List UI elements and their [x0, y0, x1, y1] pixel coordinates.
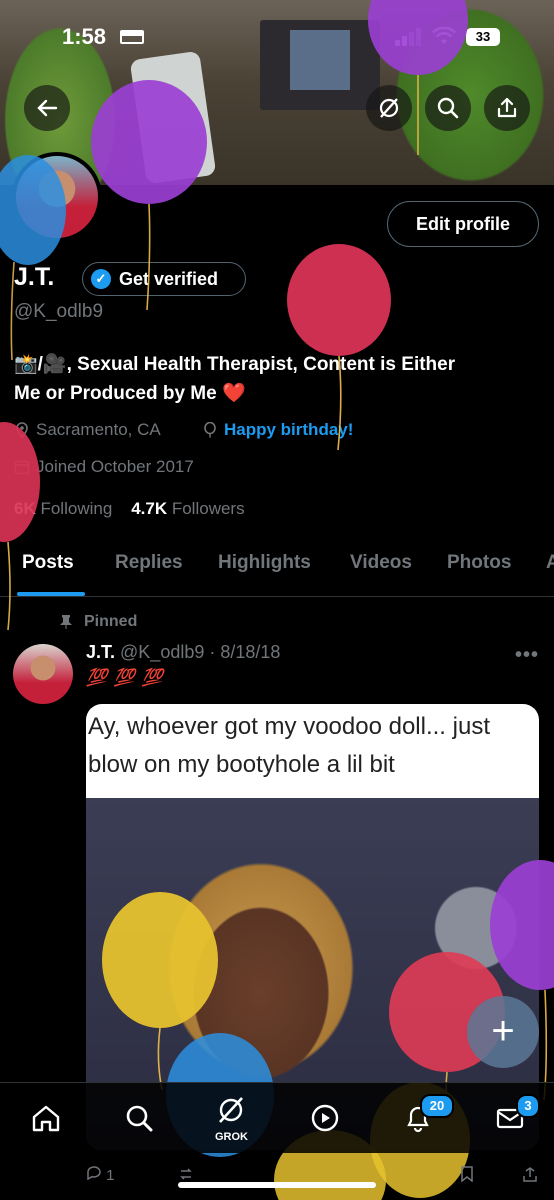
pinned-text: Pinned — [84, 613, 138, 630]
post-text: 💯 💯 💯 — [86, 668, 164, 687]
compose-post-button[interactable]: + — [467, 996, 539, 1068]
wifi-icon — [432, 27, 456, 44]
followers-label: Followers — [171, 499, 245, 518]
tab-replies[interactable]: Replies — [115, 552, 183, 574]
balloon-icon — [204, 422, 216, 438]
more-options-icon[interactable]: ••• — [515, 644, 539, 667]
joined-text: Joined October 2017 — [36, 457, 194, 476]
tab-posts[interactable]: Posts — [22, 552, 74, 574]
bio-line-2: Me or Produced by Me ❤️ — [14, 383, 246, 404]
status-bar: 1:58 33 — [0, 0, 554, 70]
active-tab-indicator — [17, 592, 85, 596]
tab-highlights[interactable]: Highlights — [218, 552, 311, 574]
post-header: J.T. @K_odlb9 · 8/18/18 — [86, 642, 280, 663]
messages-badge: 3 — [516, 1094, 540, 1118]
edit-profile-button[interactable]: Edit profile — [387, 201, 539, 247]
follow-stats: 6K Following 4.7K Followers — [14, 499, 245, 519]
notifications-badge: 20 — [420, 1094, 454, 1118]
bookmark-icon[interactable] — [460, 1166, 474, 1182]
bottom-nav-bar — [0, 1082, 554, 1153]
get-verified-label: Get verified — [119, 268, 219, 289]
share-post-icon[interactable] — [522, 1166, 538, 1182]
reply-count: 1 — [106, 1167, 115, 1184]
profile-location: Sacramento, CA — [14, 420, 161, 440]
profile-tabs: Posts Replies Highlights Videos Photos A — [0, 540, 554, 597]
banner-scene-device — [129, 50, 217, 185]
tab-videos[interactable]: Videos — [350, 552, 412, 574]
profile-bio: 📸/🎥, Sexual Health Therapist, Content is… — [14, 350, 539, 408]
following-count: 6K — [14, 499, 36, 518]
back-button[interactable] — [24, 85, 70, 131]
following-label: Following — [40, 499, 113, 518]
profile-joined: Joined October 2017 — [14, 457, 194, 477]
pinned-label: Pinned — [60, 613, 137, 631]
home-indicator[interactable] — [178, 1182, 376, 1188]
reply-icon — [87, 1166, 101, 1181]
repost-icon[interactable] — [178, 1166, 194, 1182]
tab-articles[interactable]: A — [546, 552, 554, 574]
sleep-focus-icon — [120, 30, 144, 44]
arrow-left-icon — [37, 99, 58, 117]
bio-line-1: 📸/🎥, Sexual Health Therapist, Content is… — [14, 354, 456, 375]
video-play-icon[interactable] — [310, 1103, 340, 1133]
post-author-name[interactable]: J.T. — [86, 642, 115, 662]
share-icon — [497, 97, 517, 118]
status-time: 1:58 — [62, 24, 107, 49]
profile-birthday[interactable]: Happy birthday! — [202, 420, 353, 440]
grok-nav-label: GROK — [215, 1131, 248, 1143]
followers-link[interactable]: 4.7K Followers — [131, 499, 244, 518]
tab-photos[interactable]: Photos — [447, 552, 511, 574]
balloon-icon — [0, 422, 40, 631]
reply-button[interactable]: 1 — [86, 1166, 115, 1184]
home-icon[interactable] — [31, 1103, 61, 1133]
pin-icon — [60, 615, 72, 629]
followers-count: 4.7K — [131, 499, 168, 518]
calendar-icon — [14, 460, 30, 475]
profile-avatar[interactable] — [12, 152, 102, 242]
profile-handle: @K_odlb9 — [14, 301, 104, 322]
location-pin-icon — [16, 422, 28, 438]
post-actions: 1 — [86, 1164, 115, 1184]
explore-search-icon[interactable] — [124, 1103, 154, 1133]
get-verified-button[interactable]: ✓ Get verified — [82, 262, 246, 296]
battery-indicator: 33 — [466, 28, 500, 46]
birthday-link[interactable]: Happy birthday! — [224, 420, 353, 440]
caption-line-2: blow on my bootyhole a lil bit — [88, 751, 395, 778]
post-handle-date: @K_odlb9 · 8/18/18 — [120, 642, 281, 662]
following-link[interactable]: 6K Following — [14, 499, 112, 518]
post-author-avatar[interactable] — [13, 644, 73, 704]
search-button[interactable] — [425, 85, 471, 131]
search-icon — [437, 97, 459, 119]
profile-name: J.T. — [14, 263, 55, 291]
grok-analyze-button[interactable] — [366, 85, 412, 131]
grok-icon — [379, 98, 399, 118]
caption-line-1: Ay, whoever got my voodoo doll... just — [88, 713, 490, 740]
verified-badge-icon: ✓ — [91, 269, 111, 289]
meme-caption: Ay, whoever got my voodoo doll... just b… — [88, 708, 538, 784]
share-button[interactable] — [484, 85, 530, 131]
grok-nav-icon[interactable] — [216, 1095, 246, 1125]
cellular-signal-icon — [395, 28, 423, 46]
location-text: Sacramento, CA — [36, 420, 161, 439]
